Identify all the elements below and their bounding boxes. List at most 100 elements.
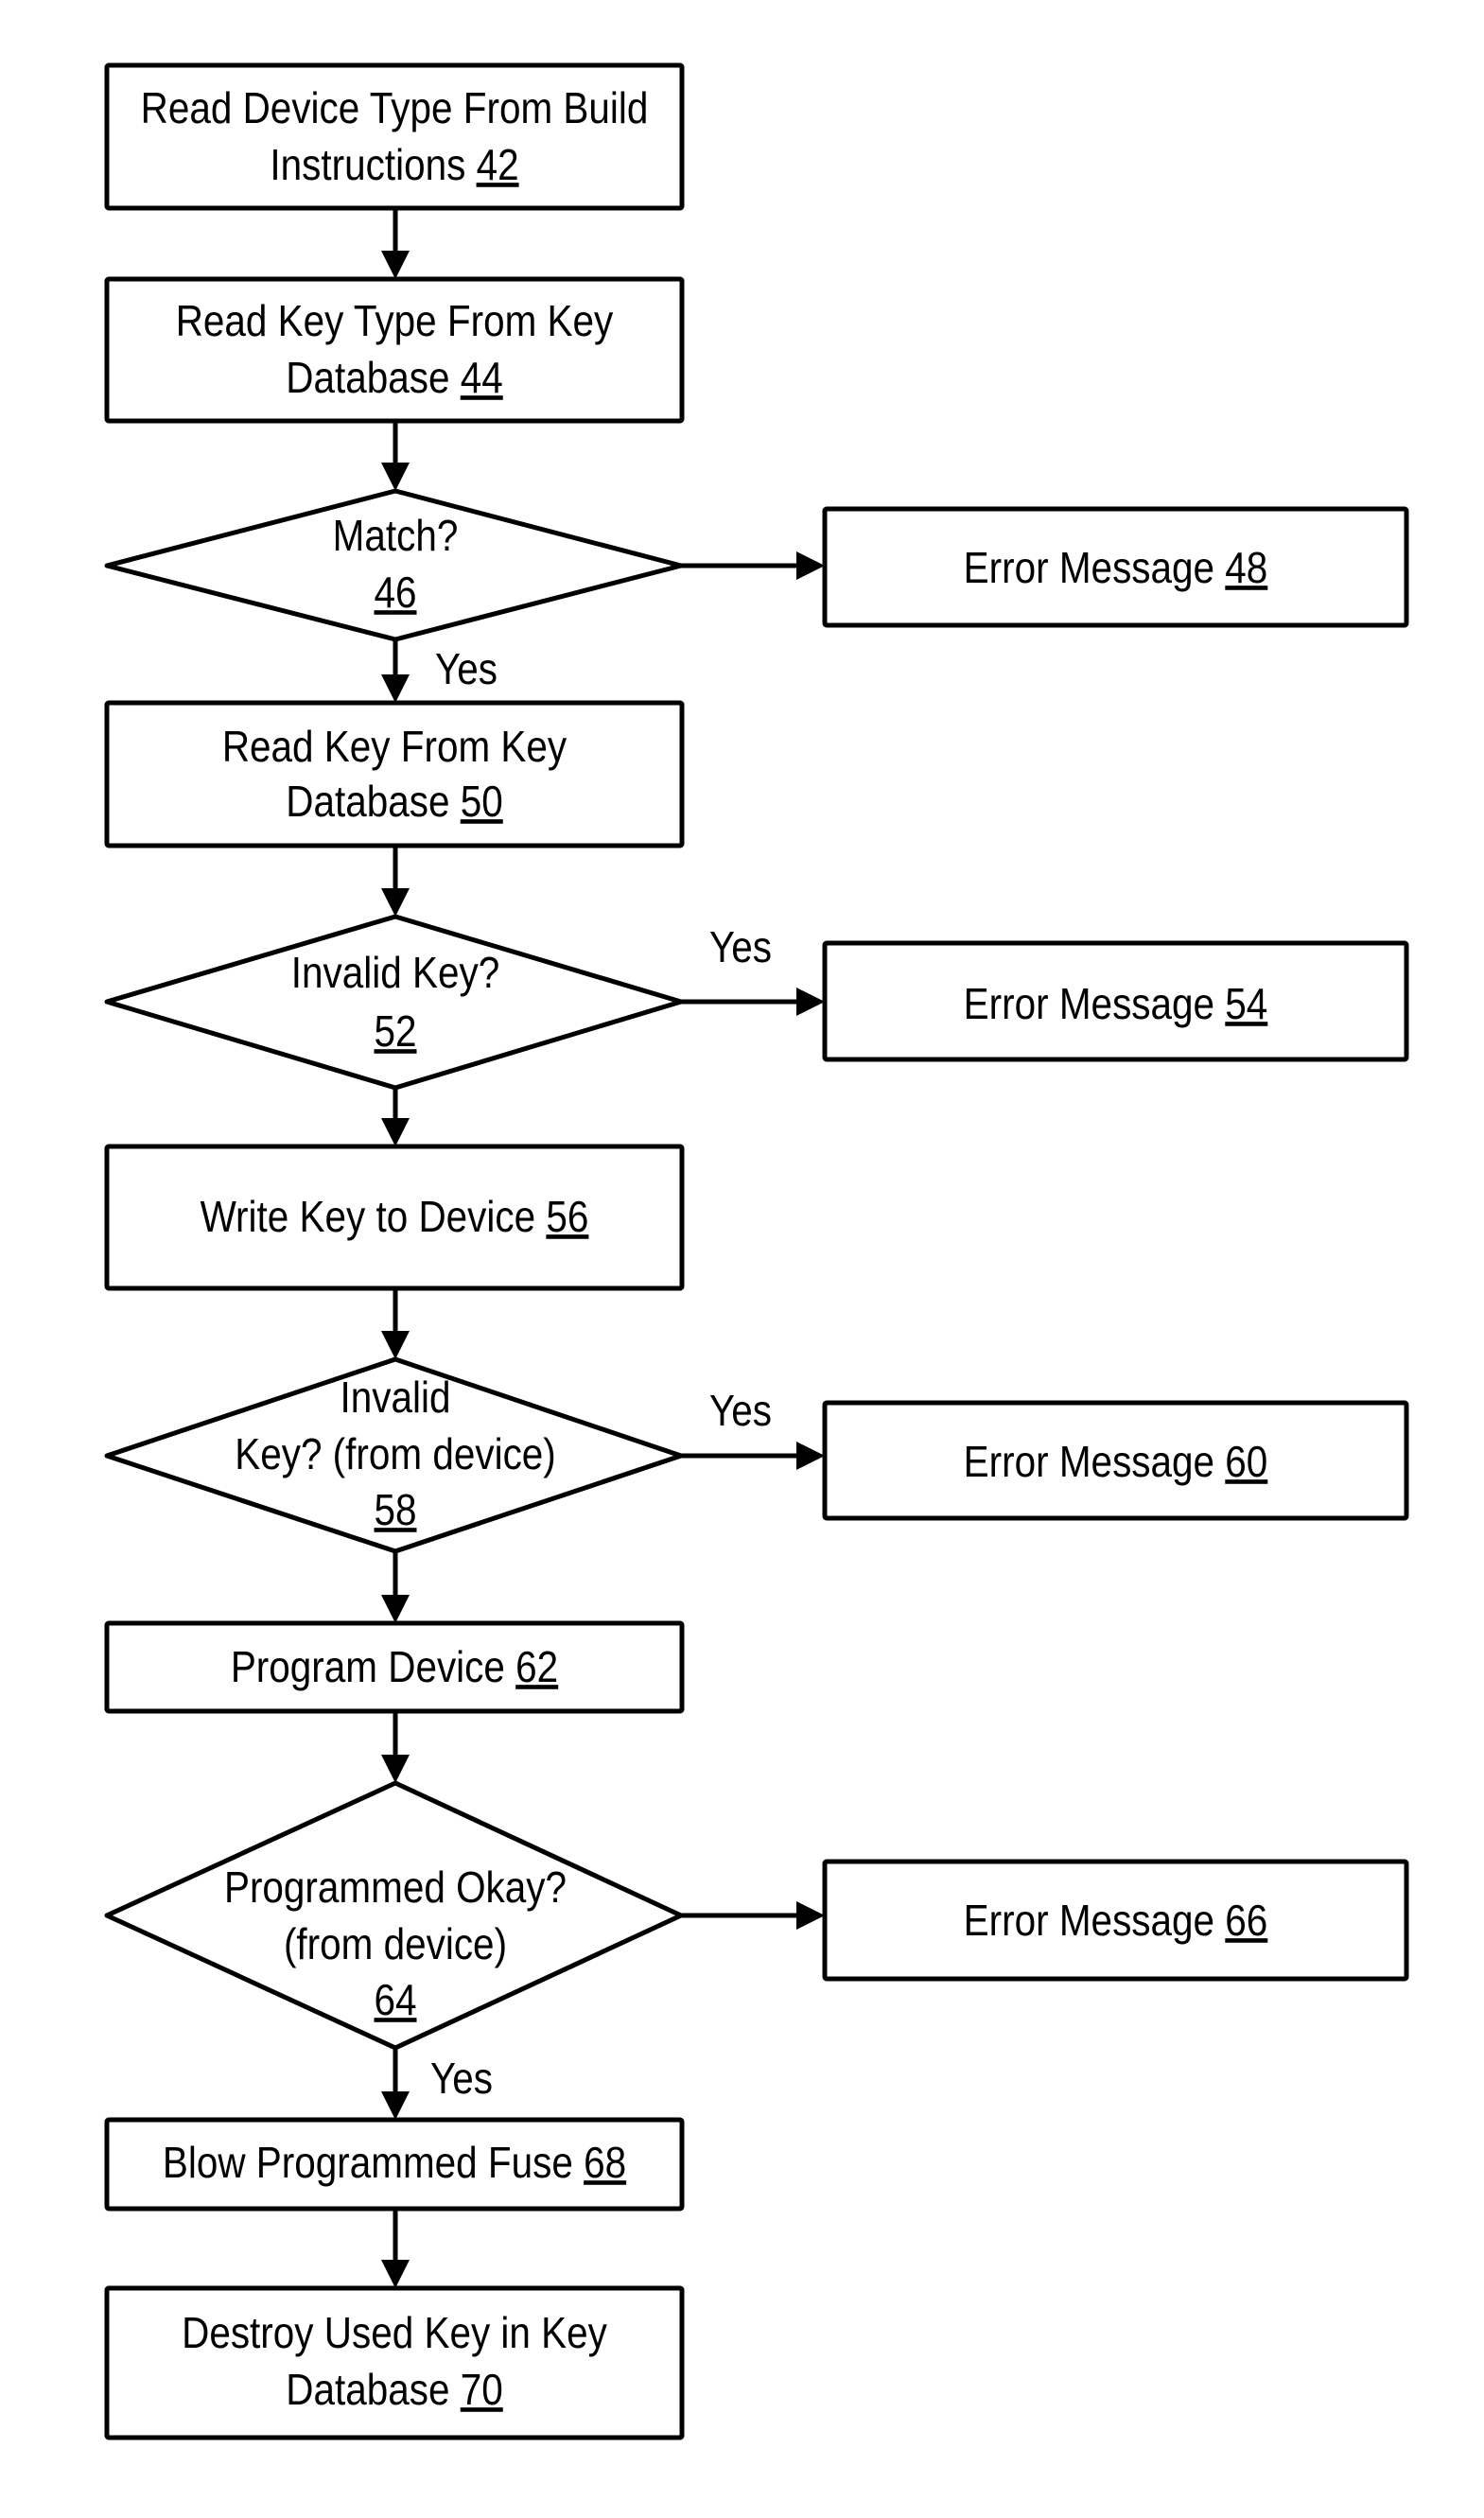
step-label: Write Key to Device [201,1194,547,1242]
step-42: Read Device Type From Build Instructions … [104,62,685,211]
process-line: Write Key to Device 56 [201,1194,589,1242]
step-label: Database [286,355,460,403]
process-line: Error Message 60 [964,1439,1268,1487]
edge-label: Yes [709,1388,772,1436]
decision-ref-text: 58 [374,1487,416,1535]
flow-arrow [681,988,825,1016]
process-text: Read Key Type From Key [176,298,614,346]
decision-58: Invalid Key? (from device) 58 [104,1356,684,1554]
process-line: Error Message 48 [964,545,1268,593]
process-line: Read Key Type From Key [176,298,614,346]
step-label: Read Device Type From Build [141,85,649,133]
arrowhead-icon [381,463,410,491]
step-label: Blow Programmed Fuse [163,2140,584,2188]
arrowhead-icon [381,1595,410,1623]
arrowhead-icon [796,1901,825,1930]
process-line: Database 70 [286,2367,502,2415]
reference-number: 62 [515,1644,558,1692]
step-44: Read Key Type From Key Database 44 [104,276,685,424]
reference-number: 64 [374,1977,416,2025]
step-48: Error Message 48 [822,506,1409,628]
step-68: Blow Programmed Fuse 68 [104,2117,685,2212]
process-line: Destroy Used Key in Key [182,2310,607,2358]
process-line: Program Device 62 [231,1644,558,1692]
decision-ref-line: 64 [374,1977,416,2025]
step-54: Error Message 54 [822,940,1409,1062]
flow-arrow [681,551,825,580]
process-text: Program Device 62 [231,1644,558,1692]
arrowhead-icon [381,2091,410,2120]
flowchart-canvas: Read Device Type From Build Instructions … [104,62,1409,2440]
arrowhead-icon [381,1755,410,1783]
step-label: Error Message [964,1897,1226,1946]
step-label: Invalid Key? [291,950,499,998]
flow-arrow [381,421,410,491]
decision-ref-line: 58 [374,1487,416,1535]
process-text: Database 44 [286,355,502,403]
step-label: Database [286,2367,460,2415]
process-text: Blow Programmed Fuse 68 [163,2140,626,2188]
process-text: Write Key to Device 56 [201,1194,589,1242]
step-label: Program Device [231,1644,515,1692]
decision-ref-text: 46 [374,569,416,618]
process-text: Read Key From Key [222,724,567,772]
decision-line: (from device) [284,1921,507,1969]
step-label: Destroy Used Key in Key [182,2310,607,2358]
step-label: Programmed Okay? [224,1864,567,1913]
flow-arrow [381,2209,410,2288]
decision-text: Invalid Key? [291,950,499,998]
reference-number: 66 [1225,1897,1267,1946]
decision-line: Key? (from device) [235,1431,556,1479]
flow-arrow [681,1442,825,1470]
process-line: Read Key From Key [222,724,567,772]
flow-arrow [681,1901,825,1930]
reference-number: 68 [584,2140,626,2188]
edge-label: Yes [430,2055,493,2104]
decision-ref-text: 52 [374,1008,416,1057]
decision-46: Match? 46 [104,488,684,642]
arrowhead-icon [381,674,410,703]
decision-line: Programmed Okay? [224,1864,567,1913]
decision-line: Invalid [340,1374,451,1423]
process-line: Database 50 [286,778,502,827]
decision-ref-line: 46 [374,569,416,618]
decision-ref-text: 64 [374,1977,416,2025]
process-text: Database 70 [286,2367,502,2415]
flow-arrow [381,2048,410,2120]
process-line: Instructions 42 [270,142,518,190]
step-label: Invalid [340,1374,451,1423]
step-label: (from device) [284,1921,507,1969]
step-56: Write Key to Device 56 [104,1144,685,1291]
process-line: Read Device Type From Build [141,85,649,133]
flow-arrow [381,1551,410,1623]
flow-arrow [381,846,410,917]
reference-number: 54 [1225,981,1267,1029]
step-label: Key? (from device) [235,1431,556,1479]
reference-number: 48 [1225,545,1267,593]
process-line: Error Message 66 [964,1897,1268,1946]
arrowhead-icon [796,551,825,580]
reference-number: 50 [461,778,503,827]
process-text: Read Device Type From Build [141,85,649,133]
process-text: Error Message 60 [964,1439,1268,1487]
arrowhead-icon [381,251,410,279]
decision-ref-line: 52 [374,1008,416,1057]
process-text: Instructions 42 [270,142,518,190]
process-text: Error Message 54 [964,981,1268,1029]
flow-arrow [381,208,410,279]
reference-number: 56 [546,1194,588,1242]
decision-64: Programmed Okay? (from device) 64 [104,1780,684,2051]
step-66: Error Message 66 [822,1859,1409,1982]
decision-text: (from device) [284,1921,507,1969]
reference-number: 70 [461,2367,503,2415]
arrowhead-icon [381,1331,410,1359]
step-70: Destroy Used Key in Key Database 70 [104,2285,685,2440]
process-line: Error Message 54 [964,981,1268,1029]
reference-number: 52 [374,1008,416,1057]
step-label: Read Key Type From Key [176,298,614,346]
decision-text: Invalid [340,1374,451,1423]
edge-label: Yes [435,646,498,694]
process-text: Error Message 66 [964,1897,1268,1946]
step-label: Error Message [964,1439,1226,1487]
yes-label: Yes [435,646,498,694]
